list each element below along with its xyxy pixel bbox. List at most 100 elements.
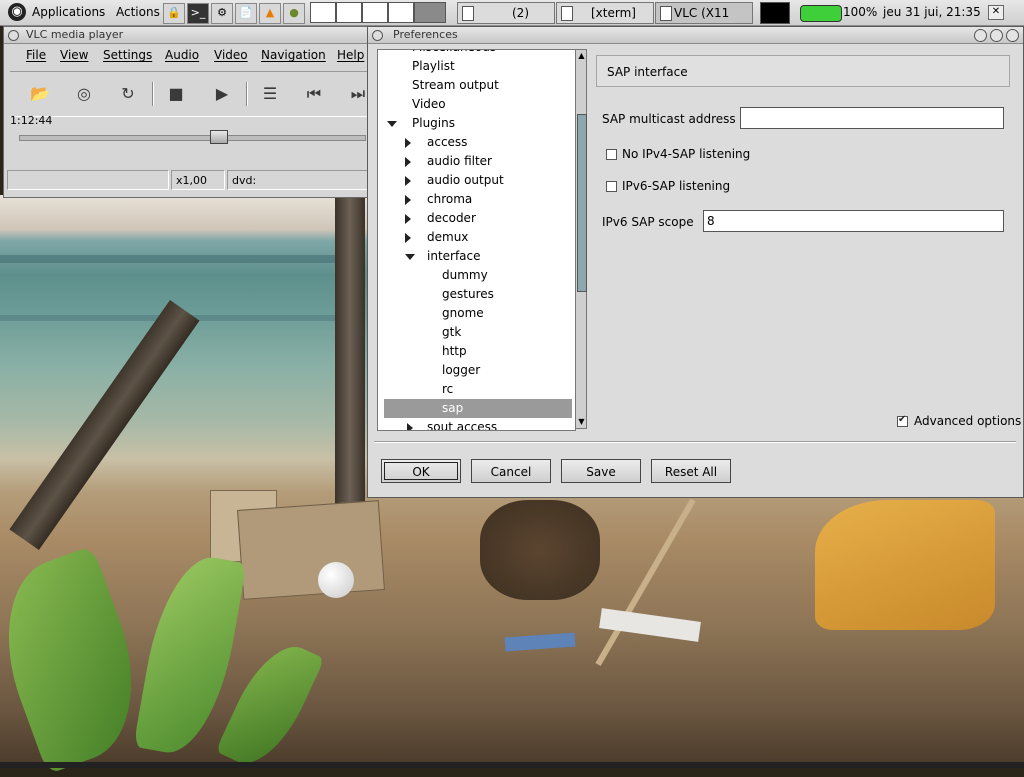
network-stream-icon[interactable]: ↻ (114, 80, 142, 108)
advanced-options-checkbox[interactable] (897, 414, 908, 427)
window-menu-icon[interactable] (372, 30, 383, 41)
system-monitor-icon[interactable] (760, 2, 790, 24)
tree-item[interactable]: rc (442, 380, 453, 399)
tree-item[interactable]: gnome (442, 304, 484, 323)
gnome-foot-icon[interactable]: ◉ (8, 3, 26, 21)
tree-item[interactable]: audio output (427, 171, 504, 190)
expander-expanded-icon[interactable] (387, 121, 397, 127)
clock[interactable]: jeu 31 jui, 21:35 (883, 0, 981, 25)
window-menu-icon[interactable] (8, 30, 19, 41)
multicast-address-input[interactable] (740, 107, 1004, 129)
tree-item[interactable]: Miscellaneous (412, 50, 496, 57)
task-button-1[interactable]: (2) (457, 2, 555, 24)
expander-collapsed-icon[interactable] (407, 423, 413, 430)
top-panel: ◉ Applications Actions 🔒 >_ ⚙ 📄 ▲ ● (2) … (0, 0, 1024, 40)
ipv6-scope-input[interactable] (703, 210, 1004, 232)
menu-audio[interactable]: Audio (165, 44, 199, 66)
tree-scrollbar[interactable]: ▲ ▼ (575, 49, 587, 429)
preferences-tree[interactable]: Miscellaneous PlaylistStream outputVideo… (377, 49, 576, 431)
tree-item[interactable]: chroma (427, 190, 472, 209)
network-icon[interactable]: ⚙ (211, 3, 233, 24)
open-file-icon[interactable]: 📂 (26, 80, 54, 108)
scrollbar-thumb[interactable] (577, 114, 587, 292)
stop-icon[interactable]: ■ (162, 80, 190, 108)
cancel-button[interactable]: Cancel (471, 459, 551, 483)
workspace-2[interactable] (336, 2, 362, 23)
vlc-window: VLC media player File View Settings Audi… (3, 26, 375, 198)
reset-all-button[interactable]: Reset All (651, 459, 731, 483)
menu-navigation[interactable]: Navigation (261, 44, 326, 66)
tree-item[interactable]: Playlist (412, 57, 455, 76)
tree-item[interactable]: Video (412, 95, 446, 114)
no-ipv4-sap-label[interactable]: No IPv4-SAP listening (622, 147, 750, 161)
tree-item[interactable]: audio filter (427, 152, 492, 171)
tree-item[interactable]: logger (442, 361, 480, 380)
workspace-1[interactable] (310, 2, 336, 23)
task-button-2[interactable]: [xterm] (556, 2, 654, 24)
ipv6-sap-label[interactable]: IPv6-SAP listening (622, 179, 730, 193)
expander-collapsed-icon[interactable] (405, 176, 411, 186)
applications-menu[interactable]: Applications (32, 0, 105, 25)
scroll-up-icon[interactable]: ▲ (577, 51, 586, 61)
ipv6-scope-label: IPv6 SAP scope (602, 215, 694, 229)
tree-item[interactable]: gtk (442, 323, 461, 342)
workspace-5[interactable] (414, 2, 446, 23)
tree-item[interactable]: access (427, 133, 467, 152)
menu-help[interactable]: Help (337, 44, 364, 66)
no-ipv4-sap-checkbox[interactable] (606, 149, 617, 160)
terminal-icon[interactable]: >_ (187, 3, 209, 24)
expander-collapsed-icon[interactable] (405, 214, 411, 224)
tree-item[interactable]: demux (427, 228, 468, 247)
playlist-icon[interactable]: ☰ (256, 80, 284, 108)
window-icon (660, 6, 672, 21)
workspace-3[interactable] (362, 2, 388, 23)
expander-collapsed-icon[interactable] (405, 195, 411, 205)
workspace-4[interactable] (388, 2, 414, 23)
expander-collapsed-icon[interactable] (405, 233, 411, 243)
close-icon[interactable] (1006, 29, 1019, 42)
tree-item[interactable]: Plugins (412, 114, 455, 133)
play-icon[interactable]: ▶ (208, 80, 236, 108)
minimize-icon[interactable] (974, 29, 987, 42)
apple-icon[interactable]: ● (283, 3, 305, 24)
seek-slider-thumb[interactable] (210, 130, 228, 144)
media-source: dvd: (227, 170, 373, 190)
actions-menu[interactable]: Actions (116, 0, 160, 25)
tree-item[interactable]: interface (427, 247, 481, 266)
task-button-3[interactable]: VLC (X11 out (655, 2, 753, 40)
tree-item[interactable]: dummy (442, 266, 488, 285)
tree-item[interactable]: gestures (442, 285, 494, 304)
save-button[interactable]: Save (561, 459, 641, 483)
seek-slider[interactable] (19, 135, 366, 141)
expander-collapsed-icon[interactable] (405, 157, 411, 167)
preferences-titlebar[interactable]: Preferences (368, 27, 1023, 44)
task-label: (2) (512, 6, 529, 20)
menu-file[interactable]: File (26, 44, 46, 66)
vlc-menubar: File View Settings Audio Video Navigatio… (4, 44, 374, 66)
vlc-titlebar[interactable]: VLC media player (4, 27, 374, 44)
previous-icon[interactable]: ⏮ (300, 80, 328, 108)
ok-button[interactable]: OK (381, 459, 461, 483)
tree-item[interactable]: Stream output (412, 76, 499, 95)
window-list-icon[interactable]: ✕ (988, 5, 1004, 20)
file-manager-icon[interactable]: 📄 (235, 3, 257, 24)
expander-expanded-icon[interactable] (405, 254, 415, 260)
menu-video[interactable]: Video (214, 44, 248, 66)
vlc-cone-icon[interactable]: ▲ (259, 3, 281, 24)
maximize-icon[interactable] (990, 29, 1003, 42)
tree-item-selected[interactable]: sap (384, 399, 572, 418)
scroll-down-icon[interactable]: ▼ (577, 417, 586, 427)
video-detail (335, 195, 365, 505)
advanced-options-label[interactable]: Advanced options (914, 414, 1021, 428)
toolbar-separator (246, 82, 248, 106)
expander-collapsed-icon[interactable] (405, 138, 411, 148)
menu-view[interactable]: View (60, 44, 88, 66)
menu-settings[interactable]: Settings (103, 44, 152, 66)
disc-icon[interactable]: ◎ (70, 80, 98, 108)
tree-item[interactable]: http (442, 342, 467, 361)
vlc-title: VLC media player (26, 28, 124, 41)
ipv6-sap-checkbox[interactable] (606, 181, 617, 192)
tree-item[interactable]: decoder (427, 209, 476, 228)
tree-item[interactable]: sout access (427, 418, 497, 430)
lock-icon[interactable]: 🔒 (163, 3, 185, 24)
